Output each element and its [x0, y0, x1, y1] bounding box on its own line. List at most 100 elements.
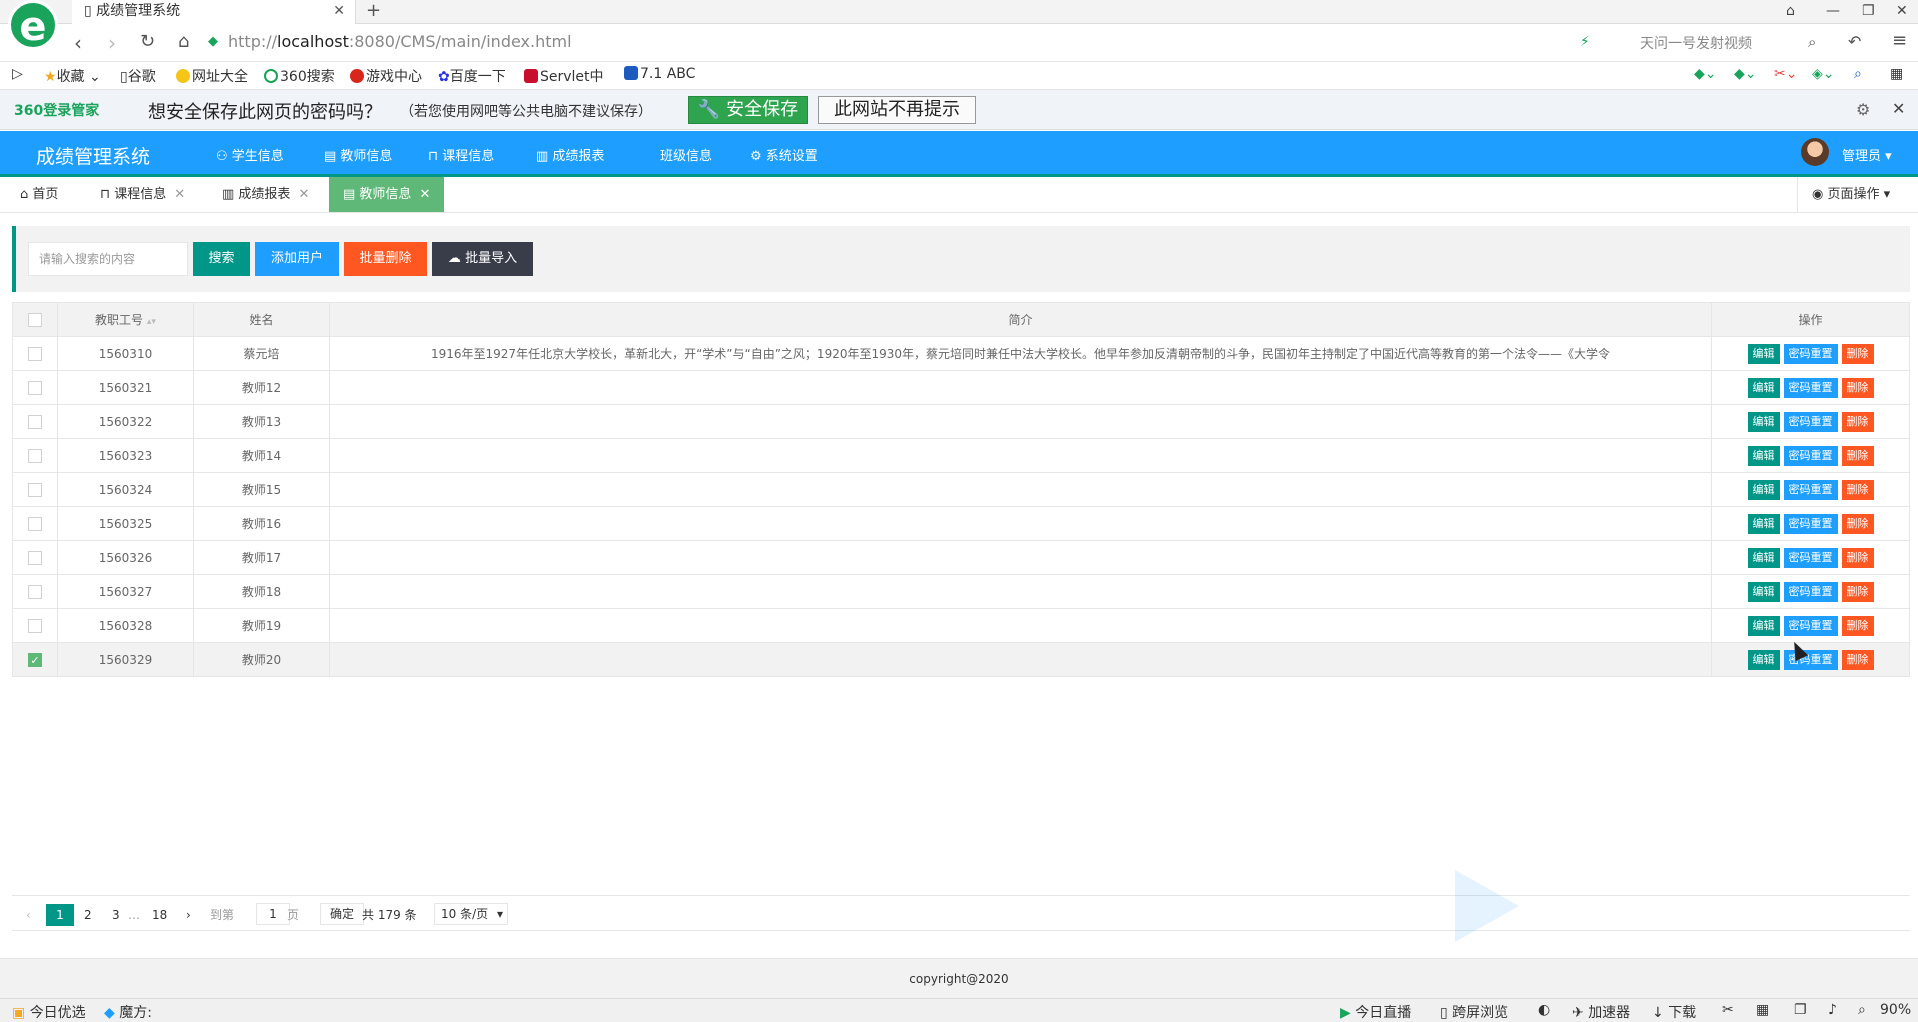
url-field[interactable]: http://localhost:8080/CMS/main/index.htm… [228, 32, 572, 51]
shield-ext-icon[interactable]: ◆⌄ [1694, 66, 1717, 82]
edit-button[interactable]: 编辑 [1747, 445, 1780, 466]
row-checkbox[interactable] [28, 584, 42, 599]
forward-icon[interactable]: › [108, 31, 116, 55]
nav-system-settings[interactable]: ⚙ 系统设置 [750, 145, 818, 164]
table-row[interactable]: 1560328 教师19 编辑 密码重置 删除 [12, 608, 1910, 643]
edit-button[interactable]: 编辑 [1747, 581, 1780, 602]
reset-password-button[interactable]: 密码重置 [1783, 513, 1838, 534]
user-menu[interactable]: 管理员 ▾ [1842, 145, 1892, 164]
menu-icon[interactable]: ≡ [1892, 30, 1907, 51]
downloads[interactable]: ↓ 下载 [1652, 1002, 1696, 1022]
select-all-checkbox[interactable] [28, 312, 42, 327]
table-row[interactable]: ✓ 1560329 教师20 编辑 密码重置 删除 [12, 642, 1910, 677]
close-icon[interactable]: ✕ [419, 187, 430, 202]
moon-icon[interactable]: ◐ [1538, 1002, 1550, 1018]
scissors-icon[interactable]: ✂⌄ [1774, 66, 1797, 82]
close-icon[interactable]: ✕ [298, 187, 309, 202]
delete-button[interactable]: 删除 [1841, 445, 1874, 466]
goto-page-input[interactable]: 1 [256, 903, 290, 925]
column-header-id[interactable]: 教职工号 ▴▾ [57, 302, 194, 337]
delete-button[interactable]: 删除 [1841, 649, 1874, 670]
undo-icon[interactable]: ↶ [1848, 32, 1861, 51]
home-icon[interactable]: ⌂ [178, 31, 189, 52]
close-bar-icon[interactable]: ✕ [1892, 99, 1905, 118]
row-checkbox[interactable] [28, 448, 42, 463]
edit-button[interactable]: 编辑 [1747, 649, 1780, 670]
row-checkbox[interactable] [28, 346, 42, 361]
edit-button[interactable]: 编辑 [1747, 615, 1780, 636]
table-row[interactable]: 1560326 教师17 编辑 密码重置 删除 [12, 540, 1910, 575]
never-prompt-button[interactable]: 此网站不再提示 [818, 96, 976, 124]
row-checkbox[interactable]: ✓ [28, 652, 42, 667]
reset-password-button[interactable]: 密码重置 [1783, 547, 1838, 568]
nav-course-info[interactable]: ⊓ 课程信息 [428, 145, 494, 164]
restore-icon[interactable]: ❐ [1862, 0, 1875, 22]
search-ext-icon[interactable]: ⌕ [1854, 66, 1862, 82]
reset-password-button[interactable]: 密码重置 [1783, 615, 1838, 636]
delete-button[interactable]: 删除 [1841, 377, 1874, 398]
page-operations-menu[interactable]: ◉ 页面操作 ▾ [1797, 177, 1918, 212]
nav-teacher-info[interactable]: ▤ 教师信息 [324, 145, 392, 164]
goto-confirm-button[interactable]: 确定 [320, 903, 364, 925]
today-live[interactable]: ▶ 今日直播 [1340, 1002, 1411, 1022]
nav-class-info[interactable]: 班级信息 [660, 145, 712, 164]
batch-delete-button[interactable]: 批量删除 [344, 242, 427, 276]
tab-course-info[interactable]: ⊓ 课程信息 ✕ [100, 177, 185, 212]
row-checkbox[interactable] [28, 414, 42, 429]
bookmark-servlet[interactable]: Servlet中 [524, 66, 604, 86]
delete-button[interactable]: 删除 [1841, 615, 1874, 636]
row-checkbox[interactable] [28, 516, 42, 531]
close-icon[interactable]: ✕ [174, 187, 185, 202]
lightning-icon[interactable]: ⚡ [1580, 34, 1590, 50]
tab-teacher-info[interactable]: ▤ 教师信息 ✕ [329, 177, 445, 212]
window-icon[interactable]: ❐ [1794, 1002, 1807, 1018]
next-page-icon[interactable]: › [186, 904, 191, 926]
page-last[interactable]: 18 [152, 904, 167, 926]
accelerator[interactable]: ✈ 加速器 [1572, 1002, 1630, 1022]
browser-search-field[interactable]: 天问一号发射视频 [1640, 33, 1752, 53]
sidebar-toggle-icon[interactable]: ▷ [12, 66, 23, 82]
row-checkbox[interactable] [28, 550, 42, 565]
cross-screen[interactable]: ▯ 跨屏浏览 [1440, 1002, 1508, 1022]
reset-password-button[interactable]: 密码重置 [1783, 411, 1838, 432]
batch-import-button[interactable]: ☁ 批量导入 [432, 242, 533, 276]
reset-password-button[interactable]: 密码重置 [1783, 343, 1838, 364]
close-window-icon[interactable]: ✕ [1896, 0, 1908, 22]
safe-save-button[interactable]: 🔧 安全保存 [688, 96, 808, 124]
table-row[interactable]: 1560325 教师16 编辑 密码重置 删除 [12, 506, 1910, 541]
apps-grid-icon[interactable]: ▦ [1890, 66, 1903, 82]
back-icon[interactable]: ‹ [74, 31, 82, 55]
volume-icon[interactable]: ♪ [1828, 1002, 1837, 1018]
reset-password-button[interactable]: 密码重置 [1783, 377, 1838, 398]
shirt-icon[interactable]: ⌂ [1786, 0, 1795, 22]
nav-score-report[interactable]: ▥ 成绩报表 [536, 145, 604, 164]
reset-password-button[interactable]: 密码重置 [1783, 445, 1838, 466]
table-row[interactable]: 1560323 教师14 编辑 密码重置 删除 [12, 438, 1910, 473]
row-checkbox[interactable] [28, 482, 42, 497]
zoom-level[interactable]: 90% [1880, 1002, 1911, 1018]
browser-tab[interactable]: ▯ 成绩管理系统 ✕ [72, 0, 356, 24]
cube[interactable]: ◆ 魔方: [104, 1002, 152, 1022]
tab-score-report[interactable]: ▥ 成绩报表 ✕ [222, 177, 309, 212]
refresh-icon[interactable]: ↻ [140, 31, 155, 52]
delete-button[interactable]: 删除 [1841, 479, 1874, 500]
translate-ext-icon[interactable]: ◆⌄ [1734, 66, 1757, 82]
bookmark-360search[interactable]: 360搜索 [264, 66, 335, 86]
nav-student-info[interactable]: ⚇ 学生信息 [216, 145, 284, 164]
search-input[interactable]: 请输入搜索的内容 [28, 242, 188, 276]
bookmark-baidu[interactable]: ✿百度一下 [438, 66, 506, 86]
bookmark-abc[interactable]: 7.1 ABC [624, 66, 695, 82]
sort-icon[interactable]: ▴▾ [147, 317, 156, 327]
reset-password-button[interactable]: 密码重置 [1783, 479, 1838, 500]
page-current[interactable]: 1 [46, 904, 74, 926]
screenshot-icon[interactable]: ✂ [1722, 1002, 1734, 1018]
close-tab-icon[interactable]: ✕ [333, 0, 345, 22]
new-tab-icon[interactable]: + [366, 0, 381, 22]
delete-button[interactable]: 删除 [1841, 411, 1874, 432]
search-icon[interactable]: ⌕ [1808, 33, 1816, 51]
gear-icon[interactable]: ⚙ [1856, 100, 1870, 119]
table-row[interactable]: 1560322 教师13 编辑 密码重置 删除 [12, 404, 1910, 439]
reset-password-button[interactable]: 密码重置 [1783, 581, 1838, 602]
edit-button[interactable]: 编辑 [1747, 411, 1780, 432]
add-user-button[interactable]: 添加用户 [255, 242, 339, 276]
